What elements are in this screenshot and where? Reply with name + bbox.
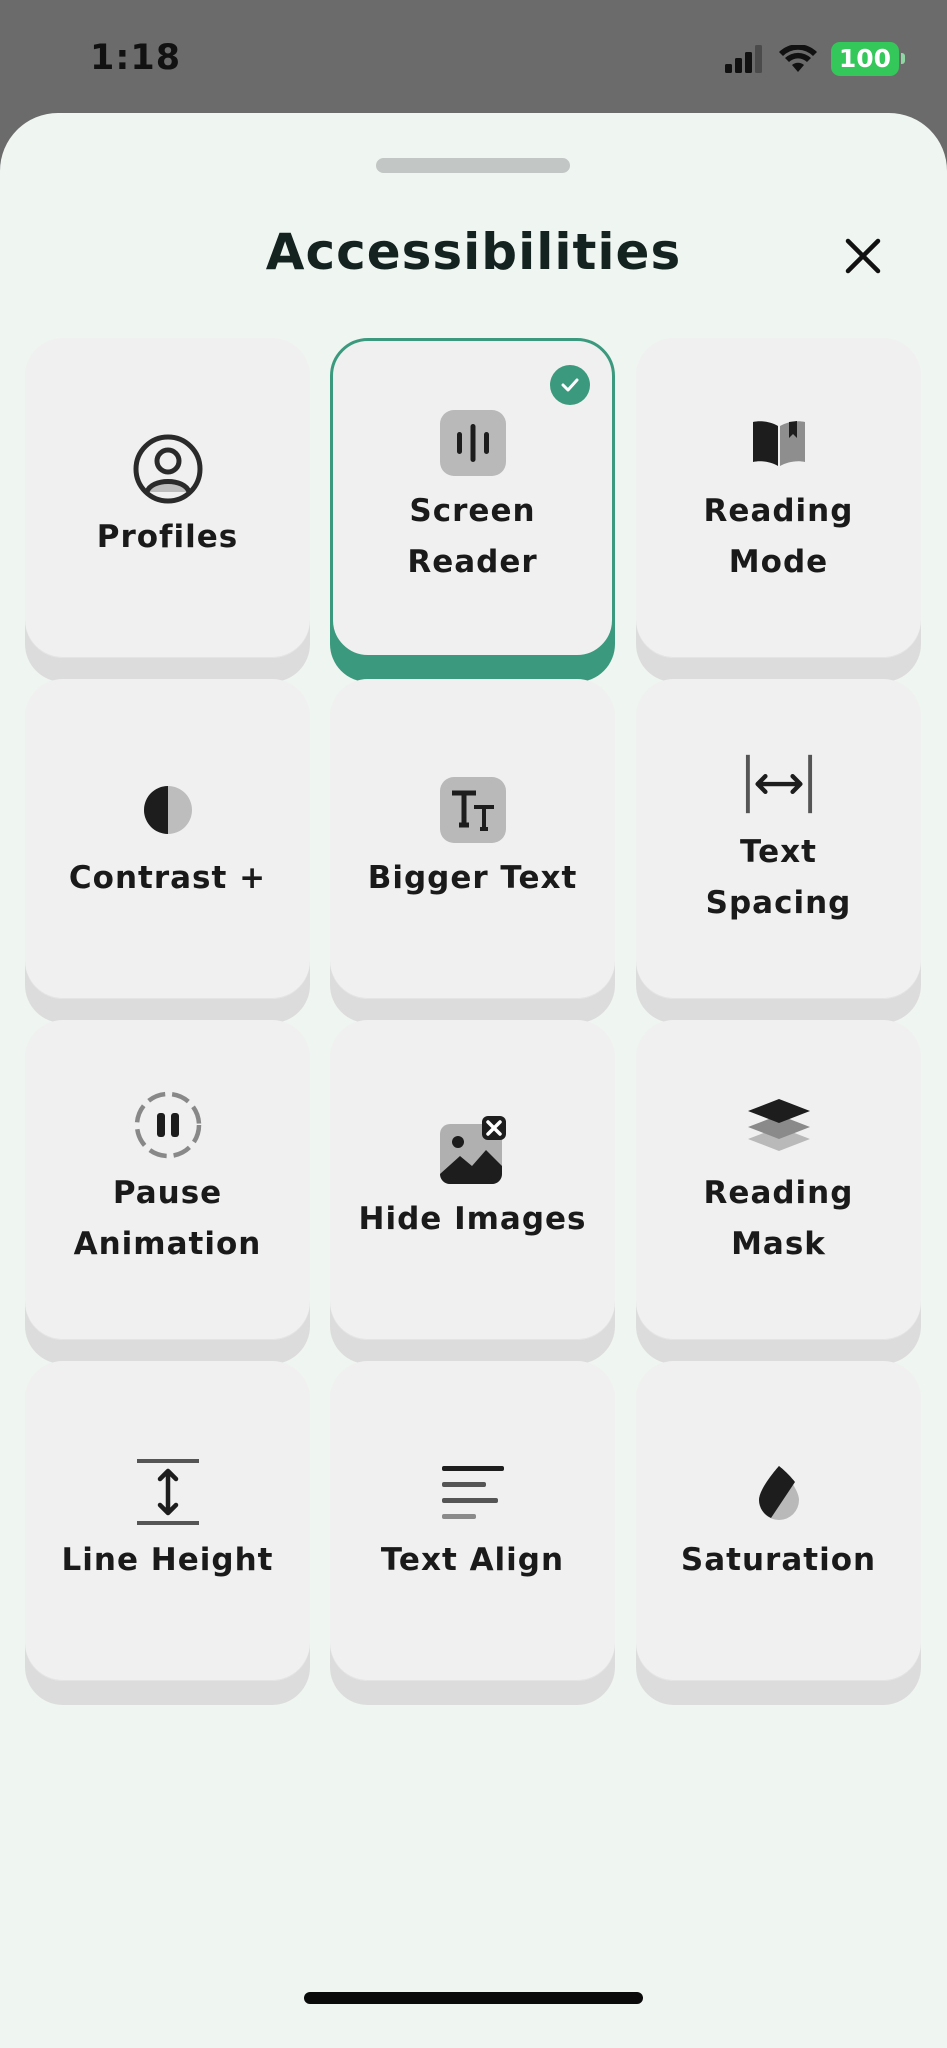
profile-icon [133, 434, 202, 503]
text-align-icon [441, 1465, 504, 1519]
tile-text-align[interactable]: Text Align [330, 1361, 615, 1681]
tile-reading-mode[interactable]: Reading Mode [636, 338, 921, 658]
tile-screen-reader[interactable]: Screen Reader [330, 338, 615, 658]
tile-contrast[interactable]: Contrast + [25, 679, 310, 999]
sheet-title: Accessibilities [265, 223, 682, 281]
close-button[interactable] [838, 231, 888, 281]
tile-hide-images[interactable]: Hide Images [330, 1020, 615, 1340]
text-size-icon [439, 776, 506, 843]
tile-label-bigger-text: Bigger Text [367, 859, 578, 896]
close-icon [845, 238, 881, 274]
tile-label-hide-images: Hide Images [358, 1200, 587, 1237]
accessibility-sheet: Accessibilities Profiles Screen Reader R… [0, 113, 947, 2048]
sheet-grabber[interactable] [376, 158, 570, 173]
tile-label-reading-mask: Reading Mask [703, 1175, 854, 1262]
status-time: 1:18 [90, 38, 182, 78]
tile-label-screen-reader: Screen Reader [407, 493, 538, 580]
tile-profiles[interactable]: Profiles [25, 338, 310, 658]
tile-bigger-text[interactable]: Bigger Text [330, 679, 615, 999]
cellular-signal-icon [724, 45, 762, 73]
tile-label-line-height: Line Height [61, 1541, 274, 1578]
wifi-icon [778, 45, 817, 72]
text-spacing-icon [745, 754, 812, 814]
tile-reading-mask[interactable]: Reading Mask [636, 1020, 921, 1340]
tile-text-spacing[interactable]: Text Spacing [636, 679, 921, 999]
tile-label-reading-mode: Reading Mode [703, 493, 854, 580]
tile-label-text-align: Text Align [380, 1541, 565, 1578]
tile-line-height[interactable]: Line Height [25, 1361, 310, 1681]
home-indicator[interactable] [304, 1992, 643, 2004]
tile-label-profiles: Profiles [96, 518, 239, 555]
tile-label-text-spacing: Text Spacing [705, 834, 852, 921]
tile-pause-animation[interactable]: Pause Animation [25, 1020, 310, 1340]
tile-label-contrast: Contrast + [68, 859, 267, 896]
contrast-icon [143, 785, 192, 834]
status-bar: 1:18 100 [0, 0, 947, 115]
book-icon [752, 421, 805, 466]
saturation-drop-icon [758, 1465, 799, 1520]
layers-icon [747, 1099, 810, 1151]
tile-label-saturation: Saturation [680, 1541, 877, 1578]
line-height-icon [136, 1458, 199, 1525]
tile-saturation[interactable]: Saturation [636, 1361, 921, 1681]
tile-label-pause-animation: Pause Animation [73, 1175, 262, 1262]
battery-indicator: 100 [830, 42, 906, 76]
status-icons: 100 [724, 42, 906, 76]
screen-reader-icon [439, 410, 506, 476]
hide-image-icon [439, 1115, 506, 1184]
pause-icon [134, 1091, 201, 1159]
